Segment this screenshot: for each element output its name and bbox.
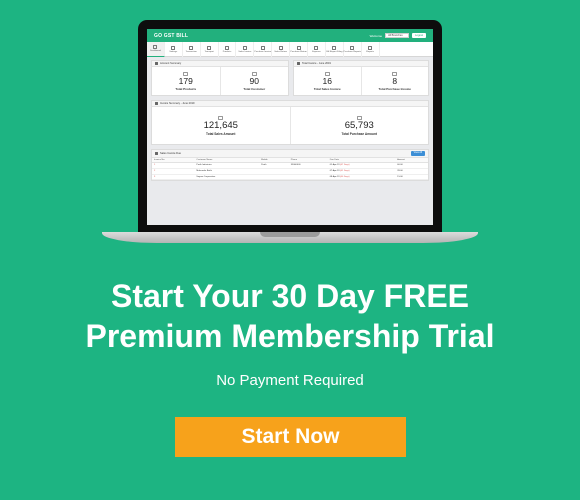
- file-icon: [332, 45, 337, 50]
- box-icon: [183, 71, 189, 76]
- report-icon: [368, 45, 373, 50]
- transaction-icon: [189, 45, 194, 50]
- nav-item-settings[interactable]: Settings: [165, 42, 183, 57]
- panel-header: Sales Invoice Due View All: [152, 150, 428, 158]
- printer-icon: [324, 71, 330, 76]
- stat-total-purchase-invoice: 8 Total Purchase Invoice: [362, 67, 429, 95]
- nav-item-expense[interactable]: Expense: [308, 42, 326, 57]
- nav-item-transport[interactable]: Transport: [201, 42, 219, 57]
- stat-total-purchase-amount: 65,793 Total Purchase Amount: [291, 107, 429, 144]
- nav-item-dashboard[interactable]: Dashboard: [147, 42, 165, 57]
- promo-subtext: No Payment Required: [216, 372, 364, 389]
- stat-total-customer: 90 Total Customer: [221, 67, 289, 95]
- file-icon: [155, 102, 158, 105]
- chart-icon: [350, 45, 355, 50]
- gear-icon: [171, 45, 176, 50]
- nav-item-sales-return[interactable]: Sales Return: [272, 42, 291, 57]
- laptop-mockup: GO GST BILL Welcome All Branches Logout …: [102, 20, 478, 248]
- list-icon: [155, 152, 158, 155]
- main-nav: Dashboard Settings Transaction Transport…: [147, 42, 433, 57]
- user-icon: [251, 71, 257, 76]
- invoice-summary-row: Invoice Summary - June 2019 121,645 Tota…: [151, 100, 429, 145]
- account-summary-panel: Account Summary 179 Total Products 90 To…: [151, 60, 289, 96]
- logout-button[interactable]: Logout: [412, 33, 426, 38]
- invoice-icon: [242, 45, 247, 50]
- briefcase-icon: [155, 62, 158, 65]
- stat-total-sales-invoice: 16 Total Sales Invoice: [294, 67, 362, 95]
- sales-due-table: Invoice No. Customer Name Mobile Phone D…: [152, 158, 428, 181]
- nav-item-bill-report[interactable]: Bill Report Filing: [326, 42, 344, 57]
- truck-icon: [207, 45, 212, 50]
- total-invoice-panel: Total Invoice - June 2019 16 Total Sales…: [293, 60, 429, 96]
- return-icon: [278, 45, 283, 50]
- table-row[interactable]: 3 Sayam Corporation 08-Apr-19 (60 Days) …: [152, 174, 428, 181]
- laptop-notch: [260, 232, 320, 237]
- nav-item-purchase-invoice[interactable]: Purchase Invoice: [254, 42, 273, 57]
- summary-row: Account Summary 179 Total Products 90 To…: [151, 60, 429, 96]
- app-header: GO GST BILL Welcome All Branches Logout: [147, 29, 433, 42]
- box-icon: [225, 45, 229, 50]
- nav-item-purchase-reports[interactable]: Purchase Reports: [343, 42, 362, 57]
- stat-total-sales-amount: 121,645 Total Sales Amount: [152, 107, 291, 144]
- wallet-icon: [314, 45, 319, 50]
- home-icon: [153, 45, 158, 50]
- header-controls: Welcome All Branches Logout: [370, 33, 426, 38]
- return-icon: [296, 45, 301, 50]
- start-now-button[interactable]: Start Now: [175, 417, 406, 457]
- nav-item-products[interactable]: Products: [219, 42, 237, 57]
- laptop-lid: GO GST BILL Welcome All Branches Logout …: [138, 20, 442, 234]
- app-logo: GO GST BILL: [154, 32, 189, 39]
- branch-select[interactable]: All Branches: [385, 33, 410, 38]
- laptop-screen: GO GST BILL Welcome All Branches Logout …: [147, 29, 433, 225]
- cash-icon: [218, 115, 224, 120]
- sales-invoice-due-panel: Sales Invoice Due View All Invoice No. C…: [151, 149, 429, 182]
- file-icon: [297, 62, 300, 65]
- invoice-summary-panel: Invoice Summary - June 2019 121,645 Tota…: [151, 100, 429, 145]
- nav-item-transaction[interactable]: Transaction: [183, 42, 201, 57]
- dashboard-panels: Account Summary 179 Total Products 90 To…: [147, 57, 433, 182]
- view-all-button[interactable]: View All: [410, 151, 425, 156]
- printer-icon: [392, 71, 398, 76]
- stat-total-products: 179 Total Products: [152, 67, 221, 95]
- cash-icon: [356, 115, 362, 120]
- nav-item-reports[interactable]: Reports: [362, 42, 380, 57]
- cart-icon: [260, 45, 265, 50]
- promo-headline: Start Your 30 Day FREE Premium Membershi…: [85, 278, 495, 354]
- nav-item-purchase-return[interactable]: Purchase Return: [290, 42, 309, 57]
- nav-item-sales-invoice[interactable]: Sales Invoice: [236, 42, 255, 57]
- welcome-label: Welcome: [369, 33, 383, 38]
